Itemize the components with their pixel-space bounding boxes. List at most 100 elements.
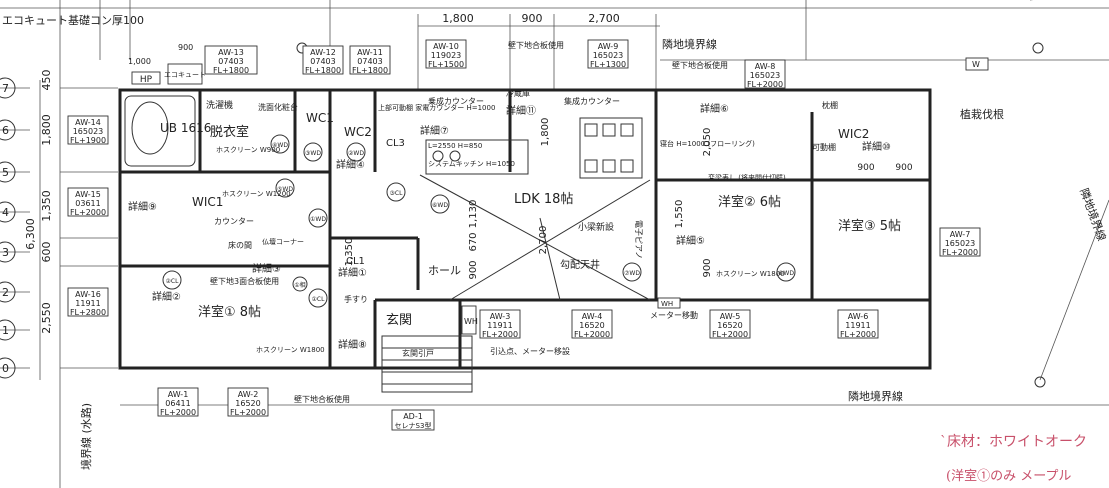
kabeshita-top2-label: 壁下地合板使用 — [672, 60, 728, 70]
wd-1: ①WD — [310, 216, 326, 223]
reizouko-label: 冷蔵庫 — [506, 88, 530, 98]
room-datsui: 脱衣室 — [210, 124, 249, 140]
kadoudana-label: 可動棚 — [812, 142, 836, 152]
axis-5: 5 — [2, 166, 9, 179]
left-dim-5: 2,550 — [40, 302, 53, 334]
axis-4: 4 — [2, 206, 9, 219]
hosukuri-4: ホスクリーン W1800 — [716, 270, 785, 278]
window-tag-aw8: AW-8 165023 FL+2000 — [744, 59, 786, 89]
hp-label: HP — [140, 75, 153, 85]
left-dimensions: 450 1,800 1,350 600 2,550 6,300 — [24, 70, 53, 334]
window-tag-aw11: AW-11 07403 FL+1800 — [349, 45, 391, 75]
sentakuki-label: 洗濯機 — [206, 99, 233, 111]
detail-3: 詳細③ — [252, 262, 281, 275]
cl-1: ①CL — [312, 296, 326, 303]
window-tag-aw13: AW-13 07403 FL+1800 — [204, 45, 258, 75]
window-tags: AW-13 07403 FL+1800 AW-12 07403 FL+1800 … — [67, 39, 981, 431]
cl-2: ②CL — [166, 278, 180, 285]
left-dim-3: 1,350 — [40, 190, 53, 222]
window-tag-aw9: AW-9 165023 FL+1300 — [587, 39, 629, 69]
svg-text:07403: 07403 — [310, 57, 335, 66]
kabeshita3-label: 壁下地3面合板使用 — [210, 276, 279, 286]
window-tag-aw3: AW-3 11911 FL+2000 — [479, 309, 521, 339]
window-tag-aw2: AW-2 16520 FL+2000 — [227, 387, 269, 417]
svg-text:1,550: 1,550 — [674, 200, 685, 229]
header-note: エコキュート基礎コン厚100 — [2, 14, 144, 27]
counter-label: カウンター — [214, 217, 254, 226]
sub-dim-2: 900 — [178, 43, 193, 52]
room-ub: UB 1616 — [160, 121, 211, 135]
plant-label: 植栽伐根 — [960, 107, 1004, 121]
svg-text:900: 900 — [468, 260, 479, 279]
boundary-right: 隣地境界線 — [1077, 186, 1109, 242]
window-tag-aw1: AW-1 06411 FL+2000 — [157, 387, 199, 417]
svg-text:セレナS3型: セレナS3型 — [395, 421, 432, 430]
svg-text:16520: 16520 — [717, 321, 742, 330]
window-tag-aw7: AW-7 165023 FL+2000 — [939, 227, 981, 257]
svg-text:AW-2: AW-2 — [238, 390, 259, 399]
hosukuri-1: ホスクリーン W900 — [216, 146, 280, 154]
wh-label-1: WH — [464, 317, 478, 326]
detail-6: 詳細⑥ — [700, 102, 729, 115]
svg-text:1,130: 1,130 — [468, 200, 479, 229]
sub-dim-1: 1,000 — [128, 57, 151, 66]
svg-text:FL+2800: FL+2800 — [70, 308, 106, 317]
svg-text:165023: 165023 — [593, 51, 624, 60]
left-dim-1: 450 — [40, 70, 53, 91]
svg-text:AW-12: AW-12 — [310, 48, 336, 57]
svg-text:11911: 11911 — [75, 299, 100, 308]
axis-0: 0 — [2, 362, 9, 375]
svg-text:AW-11: AW-11 — [357, 48, 383, 57]
svg-text:FL+2000: FL+2000 — [840, 330, 876, 339]
svg-text:FL+2000: FL+2000 — [160, 408, 196, 417]
svg-text:900: 900 — [895, 163, 912, 173]
svg-text:AW-14: AW-14 — [75, 118, 101, 127]
svg-text:1,350: 1,350 — [344, 238, 355, 267]
svg-text:FL+2000: FL+2000 — [747, 80, 783, 89]
svg-text:AD-1: AD-1 — [403, 412, 423, 421]
room-ldk: LDK 18帖 — [514, 192, 573, 207]
pillar-label: 電子ピアノ — [634, 220, 643, 259]
svg-text:165023: 165023 — [73, 127, 104, 136]
axis-7: 7 — [2, 82, 9, 95]
left-dim-4: 600 — [40, 242, 53, 263]
svg-text:900: 900 — [857, 163, 874, 173]
svg-text:AW-10: AW-10 — [433, 42, 459, 51]
window-tag-aw6: AW-6 11911 FL+2000 — [837, 309, 879, 339]
svg-text:FL+2000: FL+2000 — [942, 248, 978, 257]
detail-2: 詳細② — [152, 290, 181, 303]
kaisuu-label: 変梁表し (将来間仕切壁) — [708, 173, 786, 182]
cl-3: ③CL — [390, 190, 404, 197]
svg-text:FL+1800: FL+1800 — [305, 66, 341, 75]
detail-7: 詳細⑦ — [420, 124, 449, 137]
left-dim-total: 6,300 — [24, 218, 37, 250]
svg-text:FL+1300: FL+1300 — [590, 60, 626, 69]
svg-text:16520: 16520 — [235, 399, 260, 408]
detail-5: 詳細⑤ — [676, 234, 705, 247]
window-tag-aw16: AW-16 11911 FL+2800 — [67, 287, 109, 317]
butsudan-label: 仏壇コーナー — [262, 237, 304, 246]
svg-text:AW-6: AW-6 — [848, 312, 869, 321]
room-wc2: WC2 — [344, 125, 372, 139]
window-tag-aw12: AW-12 07403 FL+1800 — [302, 45, 344, 75]
tesuri-label: 手すり — [344, 294, 368, 304]
hosukuri-3: ホスクリーン W1800 — [256, 346, 325, 354]
svg-text:1,800: 1,800 — [540, 118, 551, 147]
svg-text:FL+1800: FL+1800 — [213, 66, 249, 75]
svg-text:900: 900 — [702, 258, 713, 277]
svg-text:AW-15: AW-15 — [75, 190, 101, 199]
window-tag-aw10: AW-10 119023 FL+1500 — [425, 39, 467, 69]
svg-text:2,700: 2,700 — [538, 226, 549, 255]
kitchen2-label: システムキッチン H=1050 — [428, 160, 515, 168]
detail-11: 詳細⑪ — [506, 104, 536, 117]
axis-3: 3 — [2, 246, 9, 259]
detail-10: 詳細⑩ — [862, 140, 891, 153]
boundary-top: 隣地境界線 — [662, 37, 717, 51]
svg-text:AW-3: AW-3 — [490, 312, 511, 321]
svg-text:AW-1: AW-1 — [168, 390, 189, 399]
koubai-label: 勾配天井 — [560, 258, 600, 271]
wh-label-2: WH — [661, 300, 673, 308]
svg-text:FL+1900: FL+1900 — [70, 136, 106, 145]
genkan-hiki-label: 玄関引戸 — [402, 348, 434, 358]
detail-8: 詳細⑧ — [338, 338, 367, 351]
